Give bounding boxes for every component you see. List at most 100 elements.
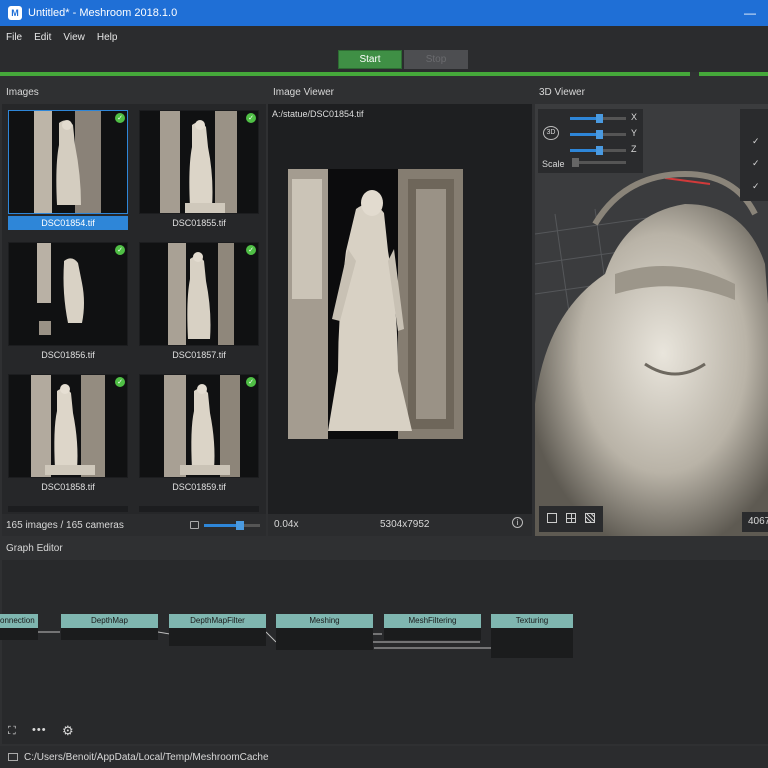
layer-check-icon[interactable]: ✓ [752, 136, 760, 147]
zoom-level: 0.04x [274, 519, 299, 530]
thumbnail-size-slider[interactable] [204, 521, 260, 530]
y-slider[interactable] [570, 130, 626, 139]
y-axis-label: Y [631, 128, 638, 138]
image-thumbnail[interactable]: ✓ [8, 374, 128, 478]
more-icon[interactable]: ••• [32, 724, 47, 736]
thumbnail-size-icon [190, 521, 199, 529]
node-title: DepthMap [61, 614, 158, 628]
progress-bar [0, 72, 690, 76]
node-body [384, 628, 481, 640]
minimize-icon[interactable]: — [732, 0, 768, 26]
thumbnail-image [140, 375, 258, 477]
folder-icon[interactable] [8, 753, 18, 761]
node-body [276, 628, 373, 650]
start-button[interactable]: Start [338, 50, 402, 69]
thumbnail-label: DSC01857.tif [172, 350, 226, 360]
check-icon: ✓ [246, 377, 256, 387]
image-thumbnail-partial [8, 506, 128, 512]
slider-handle[interactable] [236, 521, 245, 530]
solid-mode-icon[interactable] [547, 513, 557, 523]
check-icon: ✓ [246, 113, 256, 123]
node-body [169, 628, 266, 646]
menu-view[interactable]: View [57, 32, 91, 43]
slider-handle[interactable] [596, 114, 603, 123]
window-controls: — [732, 0, 768, 26]
fit-view-icon[interactable]: ⛶ [8, 725, 20, 737]
scale-slider[interactable] [572, 158, 626, 167]
slider-fill [204, 524, 241, 527]
image-resolution: 5304x7952 [380, 519, 430, 530]
textured-mode-icon[interactable] [585, 513, 595, 523]
image-thumbnail-partial [139, 506, 259, 512]
thumbnail-label: DSC01856.tif [41, 350, 95, 360]
thumbnail-label: DSC01859.tif [172, 482, 226, 492]
window-title: Untitled* - Meshroom 2018.1.0 [28, 7, 178, 19]
menu-file[interactable]: File [0, 32, 28, 43]
node-body [61, 628, 158, 640]
check-icon: ✓ [115, 377, 125, 387]
image-thumbnail[interactable]: ✓ [139, 110, 259, 214]
graph-node[interactable]: MeshFiltering [384, 614, 481, 640]
images-count: 165 images / 165 cameras [6, 520, 124, 531]
settings-gear-icon[interactable]: ⚙ [62, 723, 74, 739]
image-thumbnail[interactable]: ✓ [8, 110, 128, 214]
node-title: Texturing [491, 614, 573, 628]
image-viewer-title: Image Viewer [273, 87, 334, 98]
images-panel-title: Images [6, 87, 39, 98]
stop-button[interactable]: Stop [404, 50, 468, 69]
scale-label: Scale [542, 159, 565, 169]
node-title: Meshing [276, 614, 373, 628]
camera-mode-icon[interactable]: 3D [543, 126, 559, 140]
check-icon: ✓ [115, 245, 125, 255]
viewer3d-title: 3D Viewer [539, 87, 585, 98]
menu-bar: File Edit View Help [0, 26, 768, 48]
graph-editor[interactable] [2, 560, 768, 744]
toolbar: Start Stop [0, 48, 768, 72]
thumbnail-label: DSC01855.tif [172, 218, 226, 228]
vertex-count: 4067 [742, 512, 768, 532]
x-axis-label: X [631, 112, 638, 122]
title-bar: M Untitled* - Meshroom 2018.1.0 — [0, 0, 768, 26]
thumbnail-label: DSC01858.tif [41, 482, 95, 492]
thumbnail-image [140, 111, 258, 213]
graph-node[interactable]: Meshing [276, 614, 373, 650]
meshroom-logo-icon: M [8, 6, 22, 20]
slider-handle[interactable] [572, 158, 579, 167]
image-thumbnail[interactable]: ✓ [139, 374, 259, 478]
node-body [0, 628, 38, 640]
thumbnail-label: DSC01854.tif [8, 216, 128, 230]
z-slider[interactable] [570, 146, 626, 155]
check-icon: ✓ [246, 245, 256, 255]
node-title: onnection [0, 614, 38, 628]
graph-node[interactable]: DepthMapFilter [169, 614, 266, 646]
image-path: A:/statue/DSC01854.tif [272, 109, 364, 119]
wireframe-mode-icon[interactable] [566, 513, 576, 523]
thumbnail-image [9, 111, 127, 213]
layer-check-icon[interactable]: ✓ [752, 181, 760, 192]
slider-handle[interactable] [596, 130, 603, 139]
cache-path: C:/Users/Benoit/AppData/Local/Temp/Meshr… [24, 751, 269, 763]
node-title: DepthMapFilter [169, 614, 266, 628]
status-bar: C:/Users/Benoit/AppData/Local/Temp/Meshr… [0, 746, 768, 768]
slider-handle[interactable] [596, 146, 603, 155]
thumbnail-image [140, 243, 258, 345]
graph-node[interactable]: onnection [0, 614, 38, 640]
graph-node[interactable]: Texturing [491, 614, 573, 658]
progress-bar-secondary [699, 72, 768, 76]
thumbnail-image [9, 243, 127, 345]
node-body [491, 628, 573, 658]
x-slider[interactable] [570, 114, 626, 123]
node-title: MeshFiltering [384, 614, 481, 628]
info-icon[interactable]: i [512, 517, 523, 528]
menu-edit[interactable]: Edit [28, 32, 57, 43]
thumbnail-image [9, 375, 127, 477]
check-icon: ✓ [115, 113, 125, 123]
z-axis-label: Z [631, 144, 637, 154]
graph-editor-title: Graph Editor [6, 543, 63, 554]
layer-check-icon[interactable]: ✓ [752, 158, 760, 169]
menu-help[interactable]: Help [91, 32, 124, 43]
main-image[interactable] [288, 169, 463, 439]
graph-node[interactable]: DepthMap [61, 614, 158, 640]
image-thumbnail[interactable]: ✓ [139, 242, 259, 346]
image-thumbnail[interactable]: ✓ [8, 242, 128, 346]
